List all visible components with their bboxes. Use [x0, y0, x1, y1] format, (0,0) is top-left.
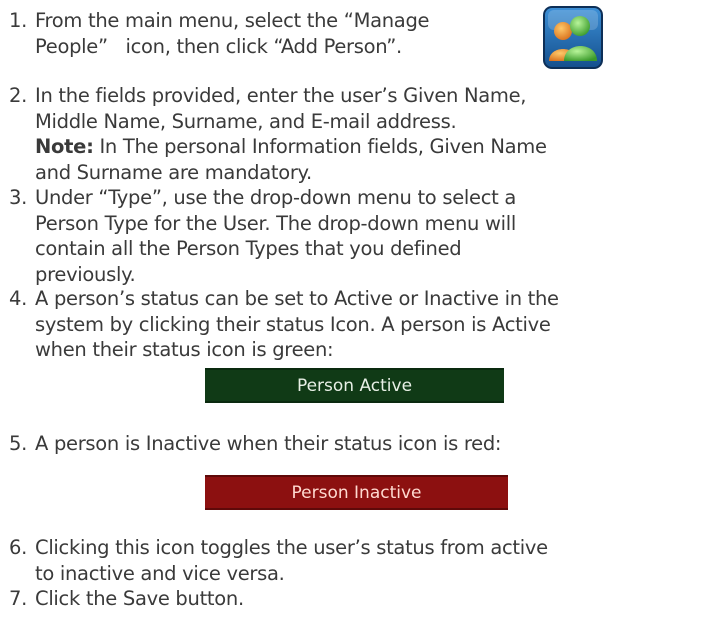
step-number: 5. [9, 432, 28, 455]
step-text: Under “Type”, use the drop-down menu to … [35, 186, 517, 209]
note-label: Note: [35, 135, 94, 158]
step-text: system by clicking their status Icon. A … [35, 312, 551, 336]
step-text: Middle Name, Surname, and E-mail address… [35, 109, 457, 133]
manage-people-icon [542, 5, 604, 70]
note: Note: In The personal Information fields… [35, 134, 547, 160]
step-number: 6. [9, 536, 28, 559]
status-label: Person Inactive [291, 482, 422, 503]
step-number: 4. [9, 287, 28, 310]
step-number: 7. [9, 587, 28, 610]
step-number: 1. [9, 9, 28, 32]
step-text: when their status icon is green: [35, 338, 334, 361]
step-text: contain all the Person Types that you de… [35, 237, 462, 260]
instruction-document: 1. From the main menu, select the “Manag… [0, 0, 701, 632]
step-text: previously. [35, 262, 136, 286]
person-inactive-status-icon: Person Inactive [205, 475, 508, 510]
person-active-status-icon: Person Active [205, 368, 504, 403]
step-text: Click the Save button. [35, 587, 244, 610]
step-text: People” icon, then click “Add Person”. [35, 34, 402, 58]
status-label: Person Active [296, 375, 413, 396]
step-number: 2. [9, 84, 28, 107]
step-text: From the main menu, select the “Manage [35, 9, 430, 32]
step-text: A person’s status can be set to Active o… [35, 287, 559, 310]
step-number: 3. [9, 186, 28, 209]
step-text: Clicking this icon toggles the user’s st… [35, 536, 548, 559]
note-text: In The personal Information fields, Give… [93, 135, 547, 158]
note-text: and Surname are mandatory. [35, 160, 312, 184]
step-text: A person is Inactive when their status i… [35, 432, 502, 455]
step-text: Person Type for the User. The drop-down … [35, 211, 516, 235]
step-text: to inactive and vice versa. [35, 561, 285, 585]
step-text: In the fields provided, enter the user’s… [35, 84, 527, 107]
